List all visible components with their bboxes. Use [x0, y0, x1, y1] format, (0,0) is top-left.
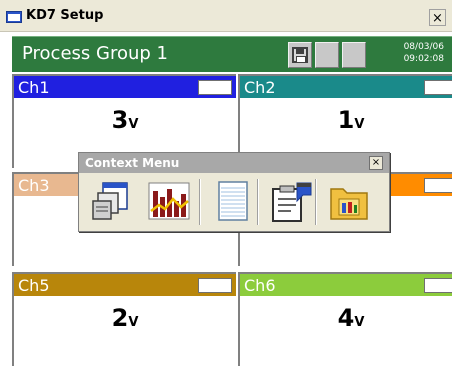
- menu-separator: [315, 179, 317, 225]
- context-menu-close-button[interactable]: ×: [369, 156, 383, 170]
- window-cascade-icon: [92, 182, 128, 220]
- channel-header: Ch6: [240, 274, 452, 296]
- channel-label: Ch2: [244, 78, 276, 97]
- window-cascade-button[interactable]: [89, 179, 133, 225]
- floppy-disk-icon: [292, 47, 308, 63]
- notepad-button[interactable]: [211, 179, 255, 225]
- channel-value: 4V: [337, 304, 365, 332]
- header-date: 08/03/06: [403, 42, 444, 52]
- clipboard-edit-button[interactable]: [267, 179, 312, 225]
- header-blank-button-2[interactable]: [342, 42, 366, 68]
- channel-status-box: [424, 80, 452, 95]
- channel-header: Ch1: [14, 76, 236, 98]
- window-close-button[interactable]: ×: [429, 9, 446, 26]
- channel-unit: V: [128, 117, 139, 132]
- trend-chart-button[interactable]: [145, 179, 190, 225]
- context-menu-titlebar[interactable]: Context Menu ×: [79, 153, 389, 173]
- clipboard-edit-icon: [272, 182, 312, 222]
- channel-panel-5[interactable]: Ch5 2V: [12, 272, 236, 366]
- channel-status-box: [198, 278, 232, 293]
- window-titlebar: KD7 Setup ×: [0, 0, 452, 32]
- window-title: KD7 Setup: [26, 8, 104, 23]
- menu-separator: [257, 179, 259, 225]
- channel-label: Ch6: [244, 276, 276, 295]
- channel-label: Ch1: [18, 78, 50, 97]
- channel-value: 3V: [111, 106, 139, 134]
- app-icon: [6, 11, 22, 23]
- channel-value: 2V: [111, 304, 139, 332]
- context-menu: Context Menu ×: [78, 152, 390, 232]
- channel-header: Ch2: [240, 76, 452, 98]
- channel-status-box: [424, 178, 452, 193]
- process-group-title[interactable]: Process Group 1: [22, 43, 168, 64]
- channel-unit: V: [354, 117, 365, 132]
- bar-chart-icon: [148, 182, 190, 220]
- channel-unit: V: [354, 315, 365, 330]
- folder-tools-icon: [330, 188, 368, 220]
- channel-panel-6[interactable]: Ch6 4V: [238, 272, 452, 366]
- channel-label: Ch5: [18, 276, 50, 295]
- channel-status-box: [198, 80, 232, 95]
- channel-label: Ch3: [18, 176, 50, 195]
- channel-status-box: [424, 278, 452, 293]
- header-time: 09:02:08: [403, 54, 444, 64]
- process-group-header: Process Group 1 08/03/06 09:02:08: [12, 36, 452, 72]
- header-blank-button-1[interactable]: [315, 42, 339, 68]
- folder-tools-button[interactable]: [325, 179, 369, 225]
- notepad-icon: [218, 181, 248, 221]
- channel-unit: V: [128, 315, 139, 330]
- save-button[interactable]: [288, 42, 312, 68]
- channel-value: 1V: [337, 106, 365, 134]
- context-menu-title: Context Menu: [85, 156, 180, 170]
- channel-header: Ch5: [14, 274, 236, 296]
- menu-separator: [199, 179, 201, 225]
